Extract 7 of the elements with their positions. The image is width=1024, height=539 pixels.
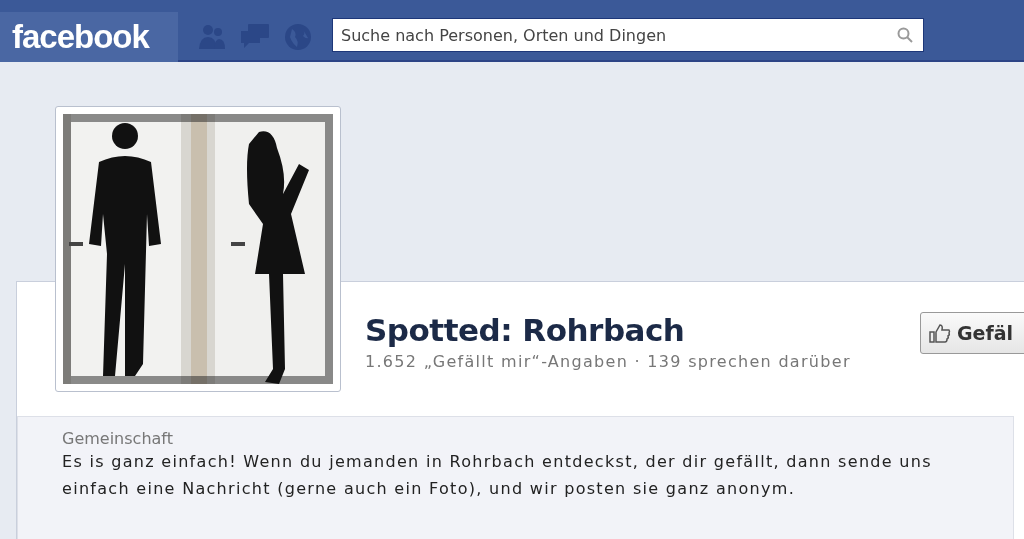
page-stats: 1.652 „Gefällt mir“-Angaben · 139 sprechen darüber (365, 352, 851, 371)
like-button[interactable]: Gefäl (919, 312, 1024, 354)
thumbs-up-icon (928, 323, 951, 343)
page-title: Spotted: Rohrbach (365, 312, 686, 348)
page-category: Gemeinschaft (62, 429, 174, 448)
page-description: Es is ganz einfach! Wenn du jemanden in Rohrbach entdeckst, der dir gefällt, dann sende uns einfach eine Nachricht (gerne auch ein Foto), und wir posten sie ganz anonym. (62, 451, 933, 500)
logo[interactable]: facebook (0, 12, 178, 62)
